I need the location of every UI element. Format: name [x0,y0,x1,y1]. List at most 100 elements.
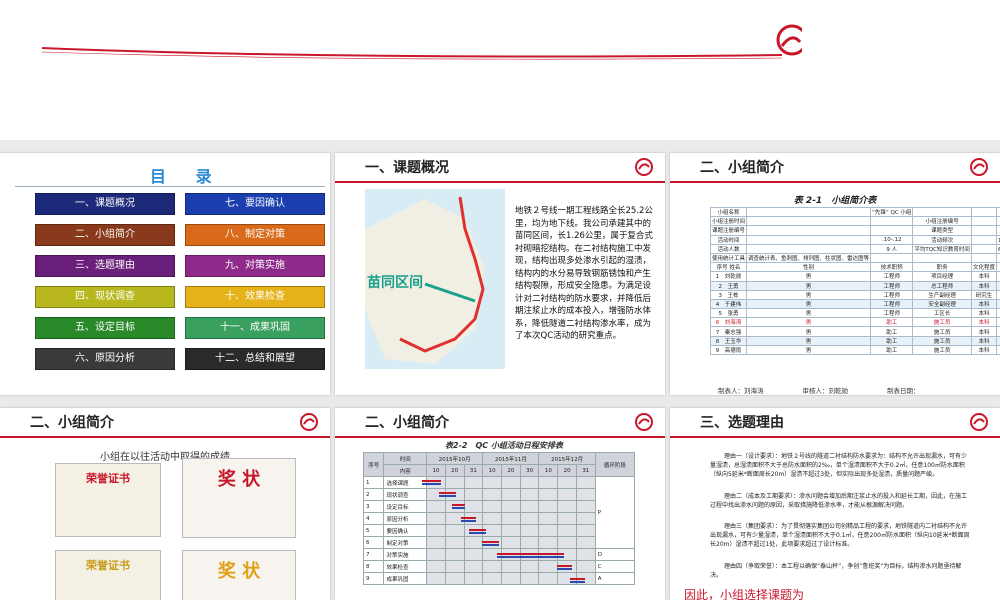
table-cell [746,225,872,236]
slide-title: 三、选题理由 [700,415,784,431]
table-cell [870,225,914,236]
table-cell: 现场型 [995,225,1000,236]
slide-topic-reasons[interactable]: 三、选题理由 理由一（设计要求）：地铁２号线的隧道二衬结构防水要求为：结构不允许… [670,408,1000,600]
table-cell: 活动人数 [709,243,748,254]
table-cell: 29 [995,298,1000,310]
toc-item[interactable]: 二、小组简介 [35,224,175,246]
table-row: 3 王栋男工程师生产副经理研究生29调查实施、数据统计 [709,289,1000,300]
overview-text: 地铁２号线一期工程线路全长25.2公里，均为地下线。我公司承建其中的苗同区间，长… [515,206,653,341]
toc-item[interactable]: 三、选题理由 [35,255,175,277]
schedule-bar [570,580,586,583]
table-cell: 小组名称 [709,206,748,218]
decorative-red-line [42,24,802,60]
table-row: 7 秦志强男助工施工员本科28调查实施 [709,326,1000,337]
table-cell [870,252,914,264]
table-cell: 38 [995,271,1000,282]
table-row: 活动时间 .10-.12活动频次 1次 / 周 [709,234,1000,245]
table-cell: 9 人 [870,243,914,254]
table-cell: 性别 [746,262,872,273]
table-cell: 技术职称 [870,262,914,273]
table-cell: 男 [746,326,872,337]
table-cell: 本科 [970,298,997,310]
table-cell: 小组注册编号 [912,216,972,227]
toc-item[interactable]: 十二、总结和展望 [185,348,325,370]
swirl-icon [970,413,988,431]
reason-paragraph: 理由一（设计要求）：地铁２号线的隧道二衬结构防水要求为：结构不允许出现漏水，可有… [710,453,968,478]
swirl-icon [970,158,988,176]
table-cell [870,216,914,227]
table-row: 小组名称 “先锋” QC 小组 [709,206,1000,218]
table-cell: 工程师 [870,298,914,310]
table-cell: 29 [995,308,1000,319]
schedule-bar [482,544,500,546]
table-row: 5 张勇男工程师工区长本科29调查实施 [709,308,1000,319]
table-cell: 助工 [870,335,914,346]
toc-item[interactable]: 九、对策实施 [185,255,325,277]
table-cell: 28 [995,335,1000,346]
table-cell: 男 [746,344,872,356]
slide-team-achievements[interactable]: 二、小组简介 小组在以往活动中取得的成绩 荣誉证书 奖 状 荣誉证书 奖 状 [0,408,330,600]
toc-item[interactable]: 一、课题概况 [35,193,175,215]
table-cell: 施工员 [912,344,972,356]
reason-paragraph: 理由四（争取荣誉）：本工程以确保“泰山杯”，争创“鲁班奖”为目标，结构渗水问题亟… [710,563,962,579]
table-row: 9 高德雨男助工施工员本科28调查实施 [709,344,1000,356]
slide-toc[interactable]: 目 录 一、课题概况 七、要因确认 二、小组简介 八、制定对策 三、选题理由 九、对策实施… [0,153,330,395]
table-row: 序号 姓名性别技术职称职务文化程度年龄组内分工 [709,262,1000,273]
slide-header: 二、小组简介 [0,408,330,438]
table-cell [995,216,1000,227]
table-cell [970,243,997,254]
table-cell: 职务 [912,262,972,273]
table-cell [912,206,972,218]
certificate: 奖 状 [182,458,296,538]
slide-team-intro-table[interactable]: 二、小组简介 表 2-1 小组简介表 小组名称 “先锋” QC 小组 小组注册时间小… [670,153,1000,395]
table-cell: 27 [995,317,1000,328]
slide-header: 三、选题理由 [670,408,1000,438]
table-cell: 28 [995,344,1000,356]
table-cell: 男 [746,317,872,328]
team-table: 小组名称 “先锋” QC 小组小组注册时间 小组注册编号课题注册编号 课题类型 现场型活… [709,206,1000,356]
table-cell: 调查统计表、鱼刺图、排列图、柱状图、雷达图等 [746,252,872,264]
top-slide-banner [0,0,1000,140]
schedule-bar [422,480,442,482]
reason-paragraph: 理由二（成本及工期要求）：渗水问题会增加后期注浆止水的投入和延长工期，因此，在施… [710,493,968,509]
table-cell: 研究生 [970,289,997,300]
reason-paragraph: 理由三（集团要求）：为了贯彻落实集团公司创精品工程的要求，地铁隧道内二衬结构不允… [710,523,970,548]
toc-item[interactable]: 十一、成果巩固 [185,317,325,339]
schedule-bar [460,516,476,519]
slide-header: 二、小组简介 [670,153,1000,183]
table-cell: 男 [746,335,872,346]
table-cell: 男 [746,280,872,291]
schedule-bar [460,519,476,522]
table-cell: 男 [746,308,872,319]
table-cell: 28 [995,280,1000,291]
table-cell: 助工 [870,344,914,356]
table-cell: 本科 [970,317,997,328]
table-cell: 7 秦志强 [709,326,748,337]
table-cell [995,206,1000,218]
table-cell: .10-.12 [870,234,914,245]
table-cell: 28 [995,326,1000,337]
table-cell: 活动时间 [709,234,748,245]
table-cell: 8 王玉华 [709,335,748,346]
toc-item[interactable]: 八、制定对策 [185,224,325,246]
certificate: 奖 状 [182,550,296,600]
toc-item[interactable]: 五、设定目标 [35,317,175,339]
toc-divider [15,186,325,187]
schedule-bar [497,553,564,556]
toc-item[interactable]: 七、要因确认 [185,193,325,215]
table-row: 4 于建伟男工程师安全副经理本科29调查实施 [709,298,1000,310]
schedule-bar [439,495,457,498]
table-cell: 工程师 [870,308,914,319]
slide-project-overview[interactable]: 一、课题概况 苗同区间 地铁２号线一期工程线路全长25.2公里，均为地下线。我公… [335,153,665,395]
table-cell: 施工员 [912,317,972,328]
table-cell: 29 [995,289,1000,300]
toc-item[interactable]: 六、原因分析 [35,348,175,370]
toc-item[interactable]: 四、现状调查 [35,286,175,308]
toc-title: 目 录 [150,167,224,186]
schedule-bar [557,568,573,571]
table-row: 课题注册编号 课题类型 现场型 [709,225,1000,236]
toc-item[interactable]: 十、效果检查 [185,286,325,308]
slide-team-schedule[interactable]: 二、小组简介 表2-2 QC 小组活动日程安排表 序号 时间 2015年10月 201… [335,408,665,600]
table-row: 6 刘海涛男助工施工员本科27资料收集、成果发布 [709,317,1000,328]
table-cell: 安全副经理 [912,298,972,310]
